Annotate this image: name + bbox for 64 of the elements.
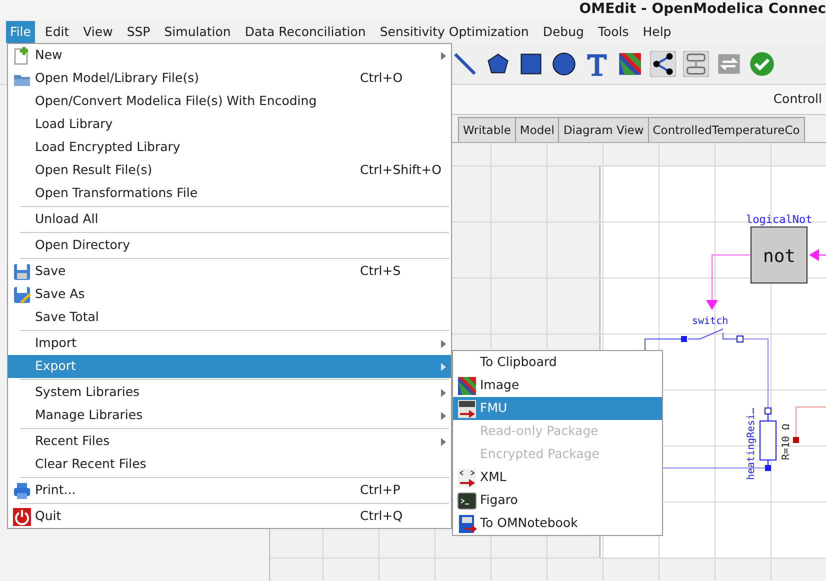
resistor-label: heatingResi… (746, 408, 757, 480)
menu-item[interactable]: Import (8, 332, 451, 355)
menu-item[interactable]: Help (638, 20, 676, 42)
window-title: OMEdit - OpenModelica Connec (579, 0, 826, 18)
terminal-icon (457, 490, 477, 510)
menu-item[interactable]: Load Encrypted Library (8, 136, 451, 159)
printer-icon (12, 480, 32, 500)
menu-item[interactable]: Save Total (8, 306, 451, 329)
menu-item[interactable]: System Libraries (8, 381, 451, 404)
menu-item[interactable]: Open Model/Library File(s) Ctrl+O (8, 67, 451, 90)
menu-item[interactable]: Unload All (8, 208, 451, 231)
menu-item[interactable]: Edit (40, 20, 74, 42)
tab[interactable]: Diagram View (558, 117, 649, 142)
power-icon (12, 506, 32, 526)
menu-item[interactable]: Open Directory (8, 234, 451, 257)
colored-square-icon (457, 376, 477, 396)
menu-item[interactable]: Data Reconciliation (240, 20, 370, 42)
menu-item[interactable]: Save Ctrl+S (8, 260, 451, 283)
tab[interactable]: Writable (458, 117, 516, 142)
menu-item[interactable]: Quit Ctrl+Q (8, 505, 451, 528)
menu-item[interactable]: Print... Ctrl+P (8, 479, 451, 502)
line-icon[interactable] (452, 50, 478, 76)
menu-item[interactable]: Debug (538, 20, 588, 42)
switch-label: switch (692, 316, 728, 327)
circle-icon[interactable] (551, 50, 577, 76)
menu-item[interactable]: FMU (453, 397, 662, 420)
tab[interactable]: ControlledTemperatureCo (648, 117, 805, 142)
tab[interactable]: Model (514, 117, 560, 142)
menu-item[interactable]: Open/Convert Modelica File(s) With Encoding (8, 90, 451, 113)
menu-item[interactable]: Recent Files (8, 430, 451, 453)
logic-block (750, 226, 808, 284)
model-title: Controll (773, 90, 822, 108)
menu-item[interactable]: SSP (122, 20, 154, 42)
floppy-pencil-icon (12, 284, 32, 304)
menu-item[interactable]: Manage Libraries (8, 404, 451, 427)
menu-item[interactable]: XML (453, 466, 662, 489)
menu-item[interactable]: View (79, 20, 117, 42)
menu-item[interactable]: Figaro (453, 489, 662, 512)
menu-item[interactable]: Sensitivity Optimization (376, 20, 533, 42)
transition-icon[interactable] (683, 50, 709, 76)
menu-item[interactable]: Export (8, 355, 451, 378)
menu-item[interactable]: Open Transformations File (8, 182, 451, 205)
resistor-drawing (760, 408, 776, 471)
resistor-value: R=10 Ω (781, 424, 792, 460)
heat-port-connection (793, 406, 826, 443)
check-icon[interactable] (749, 50, 775, 76)
menu-item[interactable]: Save As (8, 283, 451, 306)
menu-item[interactable]: Clear Recent Files (8, 453, 451, 476)
colored-square-icon[interactable] (617, 50, 643, 76)
block-label: logicalNot (746, 213, 812, 226)
menu-item[interactable]: Simulation (160, 20, 235, 42)
menu-item[interactable]: Load Library (8, 113, 451, 136)
menu-item[interactable]: To Clipboard (453, 351, 662, 374)
menu-item[interactable]: To OMNotebook (453, 512, 662, 535)
menu-item[interactable]: Tools (594, 20, 633, 42)
block-symbol: not (763, 246, 796, 267)
menu-item[interactable]: New (8, 44, 451, 67)
menu-item[interactable]: File (6, 20, 35, 42)
signal-connection (706, 254, 750, 310)
square-icon[interactable] (518, 50, 544, 76)
menu-item[interactable]: Open Result File(s) Ctrl+Shift+O (8, 159, 451, 182)
connect-icon[interactable] (650, 50, 676, 76)
input-port-icon (809, 249, 826, 261)
menu-item[interactable]: Image (453, 374, 662, 397)
